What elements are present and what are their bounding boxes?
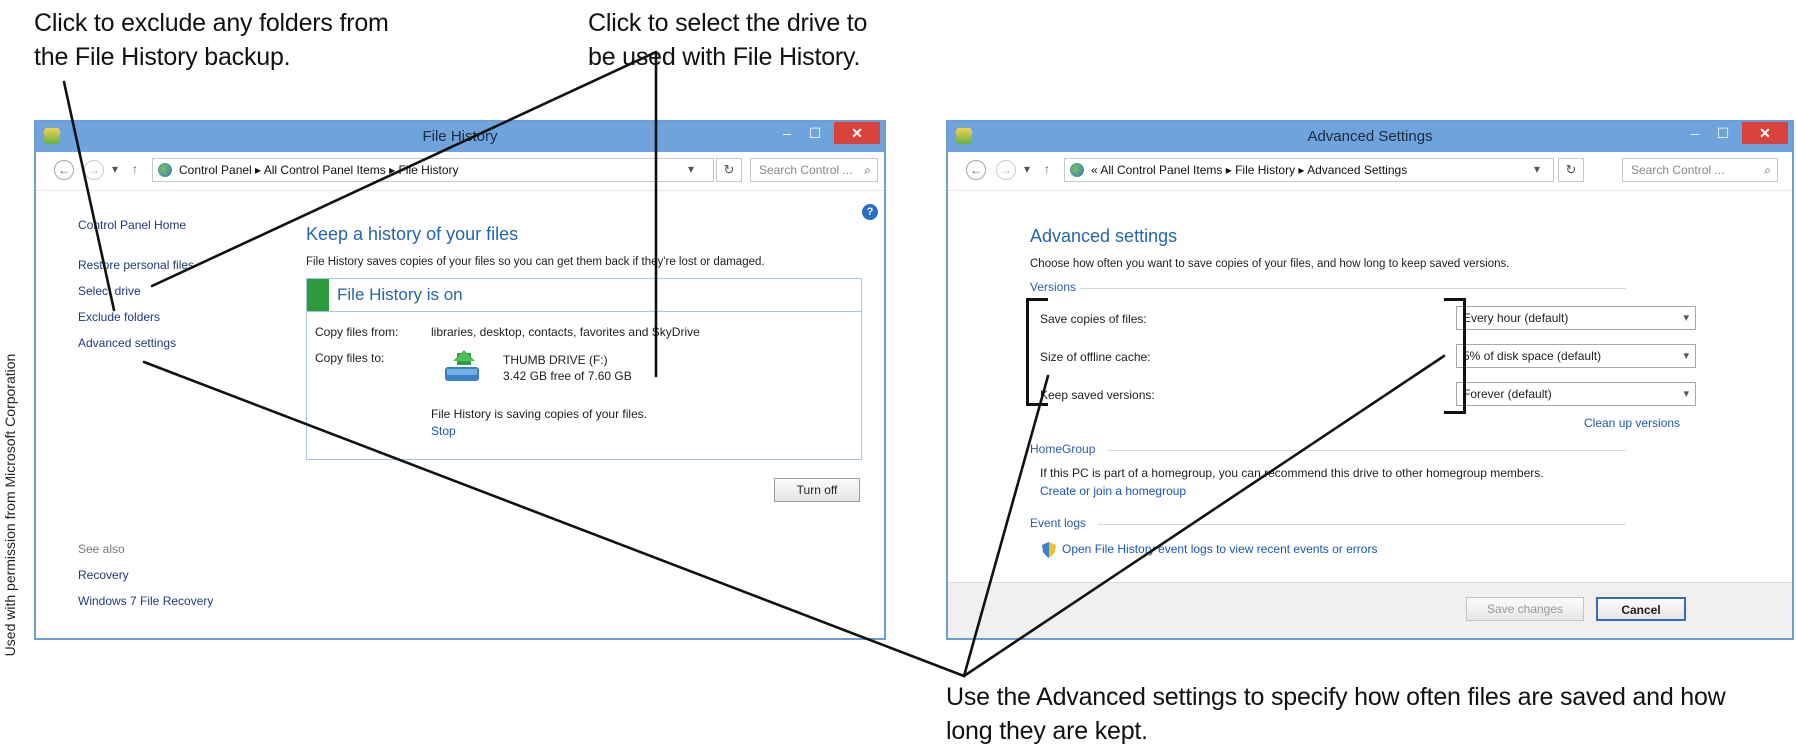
leader-select-drive-sidebar: [150, 50, 658, 288]
leader-advanced-labels: [962, 374, 1050, 678]
leader-exclude-folders: [62, 80, 116, 312]
callout-leader-lines: [62, 50, 1446, 678]
leader-advanced-sidebar: [142, 360, 966, 678]
leader-advanced-dropdowns: [962, 354, 1446, 678]
